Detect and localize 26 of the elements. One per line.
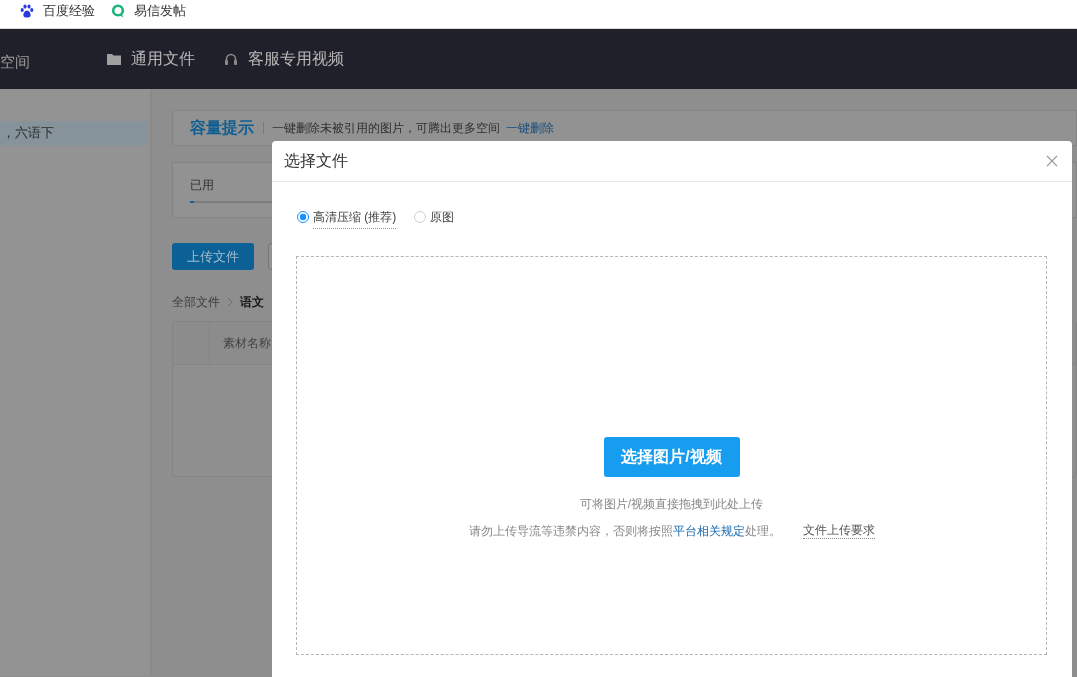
dialog-title: 选择文件 bbox=[284, 150, 348, 171]
breadcrumb-item[interactable]: 全部文件 bbox=[172, 295, 220, 309]
folder-icon bbox=[107, 53, 121, 65]
drag-hint-text: 可将图片/视频直接拖拽到此处上传 bbox=[579, 497, 764, 511]
radio-option[interactable]: 原图 bbox=[413, 208, 455, 226]
upload-notice-text: 请勿上传导流等违禁内容，否则将按照平台相关规定处理。 bbox=[468, 524, 781, 538]
usage-label: 已用 bbox=[190, 178, 214, 192]
chevron-right-icon bbox=[226, 297, 234, 307]
breadcrumb-item[interactable]: 语文 bbox=[240, 295, 264, 309]
speech-bubble-icon bbox=[111, 4, 125, 18]
sidebar-item[interactable]: ，六语下 bbox=[0, 121, 148, 145]
upload-requirements-link[interactable]: 文件上传要求 bbox=[802, 523, 875, 539]
upload-drop-zone[interactable]: 选择图片/视频 可将图片/视频直接拖拽到此处上传 请勿上传导流等违禁内容，否则将按照平台相关规定处理。 文件上传要求 bbox=[296, 256, 1047, 655]
nav-tab[interactable]: 客服专用视频 bbox=[224, 48, 344, 70]
radio-option[interactable]: 高清压缩 (推荐) bbox=[296, 205, 397, 229]
nav-tab[interactable]: 空间 bbox=[0, 52, 30, 72]
bookmark-link[interactable]: 易信发帖 bbox=[111, 3, 186, 19]
notice-title: 容量提示 bbox=[190, 117, 254, 138]
nav-tab[interactable]: 通用文件 bbox=[107, 48, 195, 70]
close-icon[interactable] bbox=[1046, 155, 1058, 167]
headset-icon bbox=[224, 52, 238, 66]
bookmark-link[interactable]: 百度经验 bbox=[20, 3, 95, 19]
platform-rules-link[interactable]: 平台相关规定 bbox=[672, 524, 745, 538]
notice-text: 一键删除未被引用的图片，可腾出更多空间 bbox=[272, 119, 500, 137]
column-header: 素材名称 bbox=[222, 334, 271, 352]
paw-icon bbox=[20, 4, 34, 18]
